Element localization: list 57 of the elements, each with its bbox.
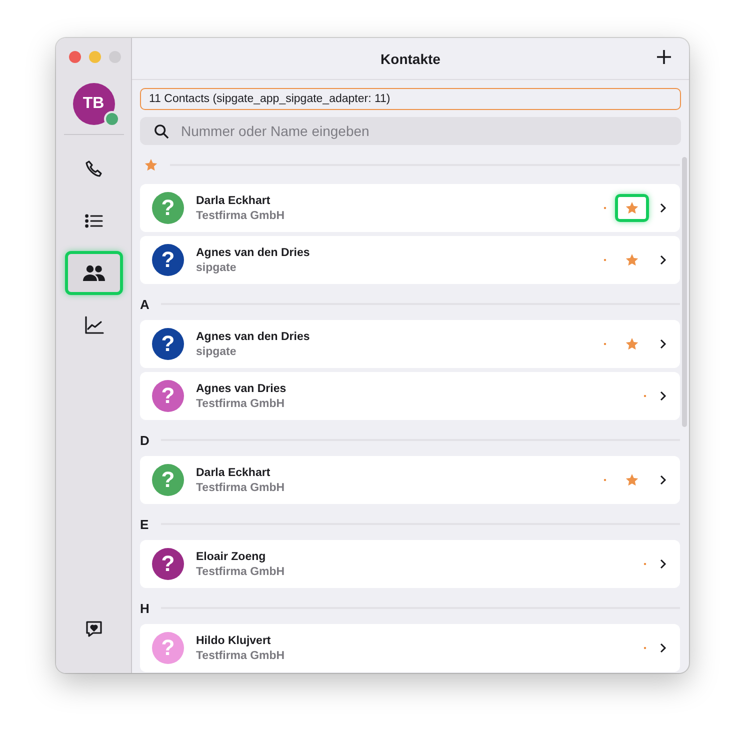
section-letter: H	[140, 600, 150, 616]
contact-avatar: ?	[152, 380, 184, 412]
contact-company: sipgate	[196, 346, 238, 358]
chevron-icon[interactable]	[658, 390, 668, 402]
contact-row[interactable]: ? Agnes van den Dries sipgate	[140, 236, 680, 284]
contact-company: Testfirma GmbH	[196, 482, 286, 494]
star-icon	[625, 253, 639, 267]
contact-avatar: ?	[152, 548, 184, 580]
phone-icon	[84, 159, 104, 179]
chevron-icon[interactable]	[658, 202, 668, 214]
contacts-info: 11 Contacts (sipgate_app_sipgate_adapter: 11)	[140, 88, 681, 110]
contact-name: Agnes van den Dries	[196, 330, 311, 342]
contact-name: Darla Eckhart	[196, 194, 272, 206]
contact-name: Eloair Zoeng	[196, 550, 267, 562]
chat-heart-icon	[84, 619, 104, 639]
chevron-icon[interactable]	[658, 642, 668, 654]
contact-avatar: ?	[152, 244, 184, 276]
add-button[interactable]	[655, 48, 673, 66]
contact-avatar: ?	[152, 632, 184, 664]
contacts-tab[interactable]	[64, 251, 122, 295]
line-chart-icon	[84, 315, 104, 335]
contact-company: Testfirma GmbH	[196, 566, 286, 578]
contact-row[interactable]: ? Darla Eckhart Testfirma GmbH	[140, 184, 680, 232]
chevron-icon[interactable]	[658, 474, 668, 486]
star-icon	[144, 158, 158, 172]
chevron-icon[interactable]	[658, 558, 668, 570]
contact-name: Agnes van Dries	[196, 382, 288, 394]
star-icon	[625, 337, 639, 351]
section-letter: D	[140, 432, 150, 448]
contact-row[interactable]: ? Eloair Zoeng Testfirma GmbH	[140, 540, 680, 588]
scrollbar[interactable]	[682, 157, 687, 427]
contact-company: Testfirma GmbH	[196, 650, 286, 662]
contact-company: Testfirma GmbH	[196, 398, 286, 410]
contact-avatar: ?	[152, 464, 184, 496]
contact-name: Hildo Klujvert	[196, 634, 272, 646]
contact-name: Agnes van den Dries	[196, 246, 311, 258]
window-title: Kontakte	[380, 50, 440, 66]
contact-company: Testfirma GmbH	[196, 210, 286, 222]
chevron-icon[interactable]	[658, 254, 668, 266]
contact-row[interactable]: ? Agnes van den Dries sipgate	[140, 320, 680, 368]
star-icon	[625, 473, 639, 487]
contact-avatar: ?	[152, 192, 184, 224]
people-icon	[82, 264, 106, 282]
chevron-icon[interactable]	[658, 338, 668, 350]
contact-company: sipgate	[196, 262, 238, 274]
contact-row[interactable]: ? Agnes van Dries Testfirma GmbH	[140, 372, 680, 420]
search-icon	[154, 124, 169, 138]
search-field[interactable]: Nummer oder Name eingeben	[140, 117, 681, 145]
section-letter: E	[140, 516, 149, 532]
contact-name: Darla Eckhart	[196, 466, 272, 478]
contact-avatar: ?	[152, 328, 184, 360]
section-letter: A	[140, 296, 150, 312]
contact-row[interactable]: ? Darla Eckhart Testfirma GmbH	[140, 456, 680, 504]
star-icon	[625, 201, 639, 215]
contact-row[interactable]: ? Hildo Klujvert Testfirma GmbH	[140, 624, 680, 672]
close-button[interactable]	[69, 51, 81, 63]
search-input[interactable]: Nummer oder Name eingeben	[179, 122, 667, 140]
